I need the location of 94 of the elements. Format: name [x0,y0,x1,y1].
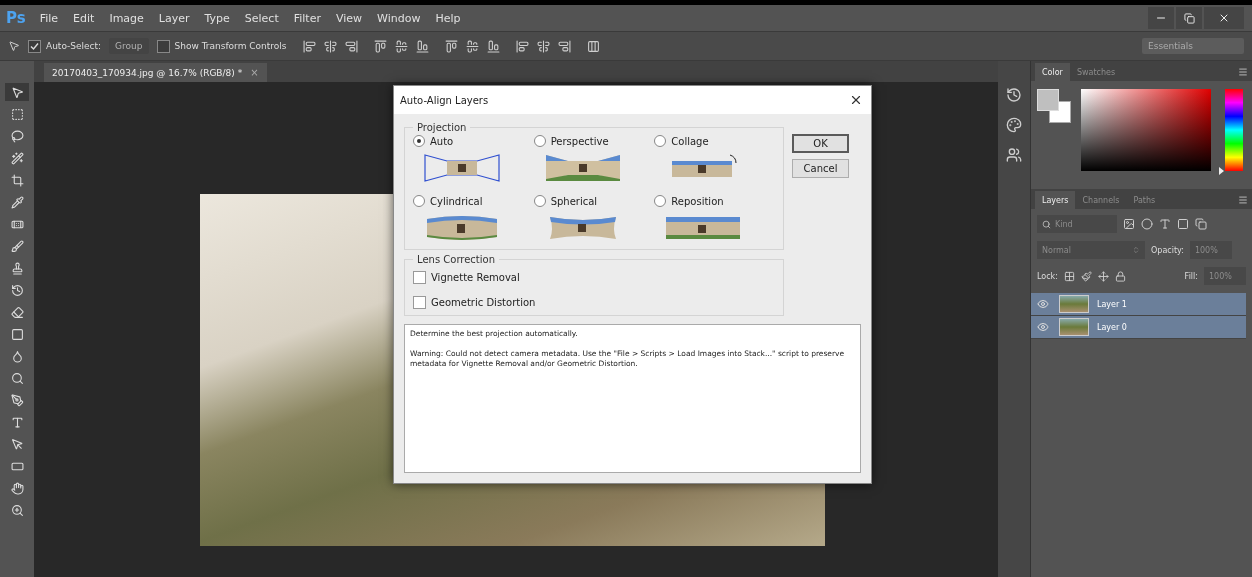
updown-arrows-icon [1132,246,1140,254]
menu-item[interactable]: Layer [158,11,190,25]
layer-thumbnail [1059,295,1089,313]
group-legend: Lens Correction [413,254,499,265]
align-icon[interactable] [344,39,358,53]
checkbox[interactable] [28,39,41,53]
layer-thumbnail [1059,318,1089,336]
eye-icon[interactable] [1037,321,1049,333]
radio-button[interactable] [533,195,546,207]
align-icon[interactable] [415,39,429,53]
menu-item[interactable]: Window [377,11,421,25]
image-filter-icon[interactable] [1123,218,1135,230]
move-icon[interactable] [1097,270,1109,282]
app-logo: Ps [6,9,26,27]
group-legend: Projection [413,122,471,133]
dialog-title: Auto-Align Layers [400,94,489,106]
restore-button[interactable] [1176,7,1202,29]
palette-icon[interactable] [1006,117,1022,133]
panel-menu-icon[interactable] [1238,195,1248,205]
menu-item[interactable]: File [39,11,59,25]
align-icon[interactable] [394,39,408,53]
dialog-button[interactable]: OK [792,134,849,153]
color-field[interactable] [1081,89,1211,171]
fill-label: Fill: [1184,271,1198,281]
opacity-label: Opacity: [1151,245,1184,255]
color-swatches[interactable] [1037,89,1073,125]
radio-label: Cylindrical [430,195,483,207]
type-filter-icon[interactable] [1159,218,1171,230]
align-icon[interactable] [557,39,571,53]
align-icon[interactable] [302,39,316,53]
lock-label: Lock: [1037,271,1058,281]
checkbox-label: Show Transform Controls [174,41,287,51]
panel-tab[interactable]: Channels [1075,191,1127,209]
checkbox[interactable] [413,271,426,284]
radio-button[interactable] [654,195,667,207]
lock-icon[interactable] [1114,270,1126,282]
menu-item[interactable]: Type [204,11,230,25]
checkbox[interactable] [156,39,170,53]
layer-row[interactable]: Layer 1 [1031,293,1246,316]
align-icon[interactable] [536,39,550,53]
align-icon[interactable] [465,39,479,53]
document-title: 20170403_170934.jpg @ 16.7% (RGB/8) * [52,67,243,78]
panel-tab[interactable]: Paths [1126,191,1163,209]
radio-label: Auto [430,135,454,147]
radio-label: Spherical [550,195,598,207]
align-icon[interactable] [486,39,500,53]
menu-item[interactable]: Select [244,11,279,25]
radio-button[interactable] [413,195,425,207]
close-icon [1218,12,1230,24]
panel-tab[interactable]: Swatches [1069,63,1123,81]
radio-button[interactable] [413,135,425,147]
align-icon[interactable] [515,39,529,53]
radio-label: Collage [671,135,709,147]
checkbox-label: Geometric Distortion [431,297,536,308]
layer-name: Layer 0 [1097,322,1127,332]
checkbox-label: Auto-Select: [46,41,102,51]
tab-close[interactable]: × [250,67,259,78]
shape-filter-icon[interactable] [1177,218,1189,230]
layer-name: Layer 1 [1097,299,1127,309]
brush-icon[interactable] [1080,270,1092,282]
search-icon [1042,219,1051,229]
radio-button[interactable] [533,135,546,147]
slider-thumb[interactable] [1219,167,1224,175]
align-icon[interactable] [373,39,387,53]
dialog-button[interactable]: Cancel [792,159,849,178]
people-icon[interactable] [1006,147,1022,163]
document-tab[interactable]: 20170403_170934.jpg @ 16.7% (RGB/8) * × [44,63,267,82]
eye-icon[interactable] [1037,298,1049,310]
history-icon[interactable] [1006,87,1022,103]
menu-item[interactable]: Help [435,11,461,25]
panel-tab[interactable]: Layers [1035,191,1076,209]
smart-object-filter-icon[interactable] [1195,218,1207,230]
lock-pixels-icon[interactable] [1063,270,1075,282]
minimize-button[interactable] [1148,7,1174,29]
menu-item[interactable]: Filter [293,11,321,25]
move-tool-icon[interactable] [8,40,20,52]
radio-label: Perspective [550,135,609,147]
layer-row[interactable]: Layer 0 [1031,316,1246,339]
adjustment-filter-icon[interactable] [1141,218,1153,230]
panel-menu-icon[interactable] [1238,67,1248,77]
align-icon[interactable] [586,39,600,53]
align-icon[interactable] [323,39,337,53]
checkbox-label: Vignette Removal [431,272,520,283]
align-icon[interactable] [444,39,458,53]
panel-tab[interactable]: Color [1035,63,1070,81]
radio-button[interactable] [654,135,667,147]
menu-item[interactable]: Edit [73,11,95,25]
restore-icon [1183,12,1195,24]
close-icon [849,93,863,107]
menu-item[interactable]: View [336,11,363,25]
radio-label: Reposition [671,195,724,207]
checkbox[interactable] [413,296,426,309]
menu-item[interactable]: Image [109,11,144,25]
move-tool-icon[interactable] [5,83,29,101]
